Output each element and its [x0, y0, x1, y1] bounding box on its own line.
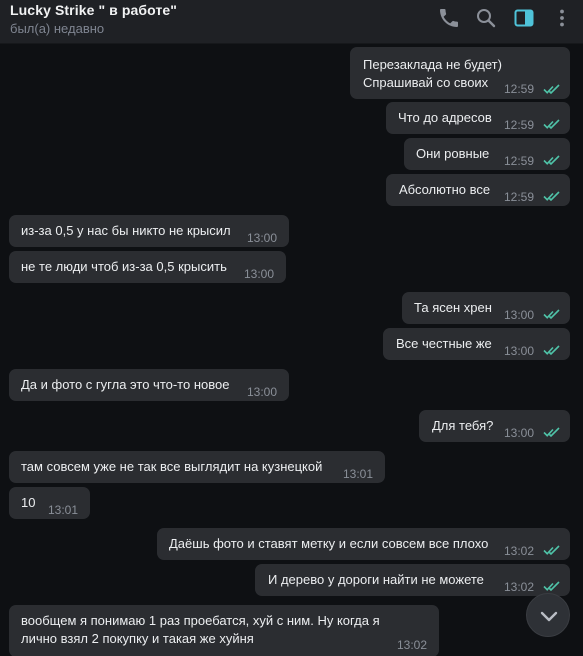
message-text: Что до адресов [398, 110, 492, 125]
message-time: 12:59 [504, 154, 535, 168]
read-checkmarks-icon [543, 581, 560, 592]
message-bubble[interactable]: там совсем уже не так все выглядит на ку… [9, 451, 385, 483]
message-bubble[interactable]: вообщем я понимаю 1 раз проебатся, хуй с… [9, 605, 439, 656]
message-text: там совсем уже не так все выглядит на ку… [21, 459, 323, 474]
message-text: не те люди чтоб из-за 0,5 крысить [21, 259, 227, 274]
chevron-down-icon [540, 611, 558, 622]
message-text: вообщем я понимаю 1 раз проебатся, хуй с… [21, 613, 380, 628]
message-text: 10 [21, 495, 36, 510]
message-bubble[interactable]: Та ясен хрен 13:00 [402, 292, 570, 324]
message-bubble[interactable]: Они ровные 12:59 [404, 138, 570, 170]
message-text: Перезаклада не будет) [363, 57, 502, 72]
message-time: 13:01 [343, 467, 374, 481]
chat-header: Lucky Strike " в работе" был(а) недавно [0, 0, 583, 44]
message-list[interactable]: Перезаклада не будет) Спрашивай со своих… [0, 45, 583, 656]
read-checkmarks-icon [543, 309, 560, 320]
message-time: 13:00 [504, 344, 535, 358]
chat-status: был(а) недавно [10, 21, 105, 36]
message-time: 13:01 [48, 503, 79, 517]
more-icon[interactable] [550, 6, 574, 30]
message-bubble[interactable]: И дерево у дороги найти не можете 13:02 [255, 564, 570, 596]
message-bubble[interactable]: Перезаклада не будет) Спрашивай со своих… [350, 47, 570, 99]
message-text: из-за 0,5 у нас бы никто не крысил [21, 223, 231, 238]
message-time: 13:02 [397, 638, 428, 652]
read-checkmarks-icon [543, 191, 560, 202]
sidebar-toggle-icon[interactable] [512, 6, 536, 30]
message-time: 12:59 [504, 190, 535, 204]
message-bubble[interactable]: Все честные же 13:00 [383, 328, 570, 360]
message-time: 13:00 [247, 385, 278, 399]
read-checkmarks-icon [543, 345, 560, 356]
message-bubble[interactable]: Что до адресов 12:59 [386, 102, 570, 134]
read-checkmarks-icon [543, 427, 560, 438]
search-icon[interactable] [474, 6, 498, 30]
message-text: Даёшь фото и ставят метку и если совсем … [169, 536, 489, 551]
read-checkmarks-icon [543, 155, 560, 166]
chat-title[interactable]: Lucky Strike " в работе" [10, 2, 177, 18]
message-time: 12:59 [504, 82, 535, 96]
message-time: 13:00 [504, 426, 535, 440]
message-text: лично взял 2 покупку и такая же хуйня [21, 631, 254, 646]
message-bubble[interactable]: Да и фото с гугла это что-то новое 13:00 [9, 369, 289, 401]
read-checkmarks-icon [543, 119, 560, 130]
message-time: 13:00 [247, 231, 278, 245]
message-bubble[interactable]: Абсолютно все 12:59 [386, 174, 570, 206]
scroll-to-bottom-button[interactable] [526, 593, 570, 637]
message-bubble[interactable]: 10 13:01 [9, 487, 90, 519]
message-bubble[interactable]: Для тебя? 13:00 [419, 410, 570, 442]
message-text: Да и фото с гугла это что-то новое [21, 377, 230, 392]
read-checkmarks-icon [543, 84, 560, 95]
message-text: Для тебя? [432, 418, 494, 433]
message-bubble[interactable]: не те люди чтоб из-за 0,5 крысить 13:00 [9, 251, 286, 283]
phone-icon[interactable] [437, 6, 461, 30]
message-time: 13:00 [244, 267, 275, 281]
message-text: Абсолютно все [399, 182, 491, 197]
message-time: 12:59 [504, 118, 535, 132]
message-text: Они ровные [416, 146, 490, 161]
read-checkmarks-icon [543, 545, 560, 556]
message-text: Спрашивай со своих [363, 75, 489, 90]
message-time: 13:02 [504, 544, 535, 558]
message-bubble[interactable]: из-за 0,5 у нас бы никто не крысил 13:00 [9, 215, 289, 247]
message-text: И дерево у дороги найти не можете [268, 572, 484, 587]
message-text: Все честные же [396, 336, 492, 351]
message-bubble[interactable]: Даёшь фото и ставят метку и если совсем … [157, 528, 570, 560]
message-time: 13:00 [504, 308, 535, 322]
message-text: Та ясен хрен [414, 300, 492, 315]
message-time: 13:02 [504, 580, 535, 594]
